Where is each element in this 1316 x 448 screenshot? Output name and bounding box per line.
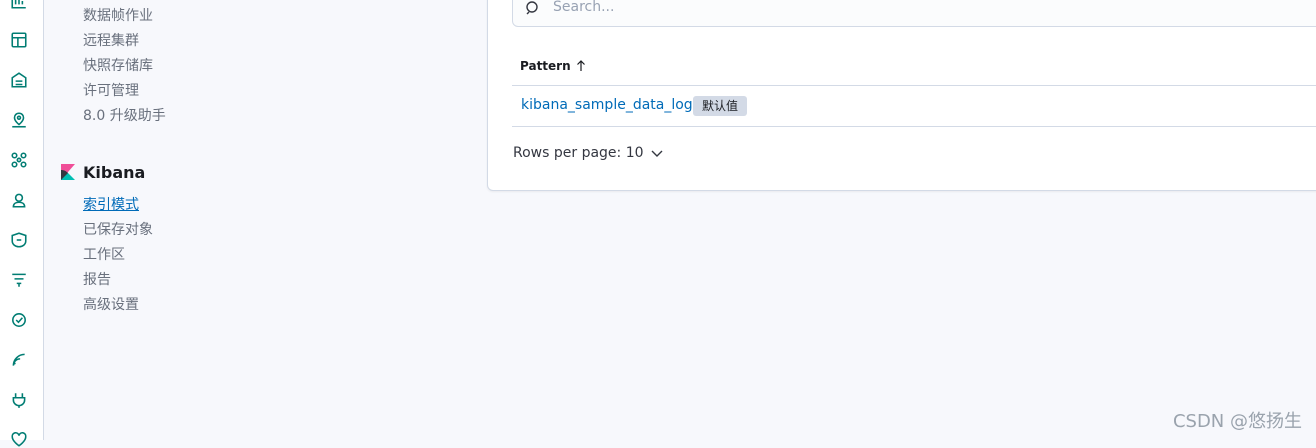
column-header-pattern[interactable]: Pattern — [520, 59, 587, 73]
index-patterns-panel: Pattern kibana_sample_data_logs 默认值 Rows… — [487, 0, 1316, 191]
apm-icon[interactable] — [10, 351, 28, 369]
nav-item-remote-clusters[interactable]: 远程集群 — [83, 32, 139, 50]
nav-item-reporting[interactable]: 报告 — [83, 271, 111, 289]
heart-icon[interactable] — [10, 430, 28, 448]
nav-item-snapshot-repositories[interactable]: 快照存储库 — [83, 57, 153, 75]
search-icon — [526, 1, 538, 15]
user-icon[interactable] — [10, 191, 28, 209]
chevron-down-icon — [651, 150, 663, 157]
dashboard-icon[interactable] — [10, 31, 28, 49]
nav-item-spaces[interactable]: 工作区 — [83, 246, 125, 264]
observability-icon[interactable] — [10, 271, 28, 289]
nav-item-saved-objects[interactable]: 已保存对象 — [83, 221, 153, 239]
uptime-icon[interactable] — [10, 311, 28, 329]
side-icon-rail — [0, 0, 44, 447]
plug-icon[interactable] — [10, 391, 28, 409]
row-divider — [512, 126, 1316, 127]
nav-group-title-kibana: Kibana — [83, 163, 146, 182]
nav-item-transforms[interactable]: 数据帧作业 — [83, 7, 153, 25]
ml-icon[interactable] — [10, 151, 28, 169]
column-header-label: Pattern — [520, 59, 571, 73]
nav-item-upgrade-assistant[interactable]: 8.0 升级助手 — [83, 107, 166, 125]
nav-item-advanced-settings[interactable]: 高级设置 — [83, 296, 139, 314]
canvas-icon[interactable] — [10, 71, 28, 89]
search-input[interactable] — [551, 0, 1315, 22]
security-icon[interactable] — [10, 231, 28, 249]
watermark: CSDN @悠扬生 — [1172, 411, 1302, 432]
nav-item-license-management[interactable]: 许可管理 — [83, 82, 139, 100]
default-badge: 默认值 — [693, 96, 748, 116]
rows-per-page-selector[interactable]: Rows per page: 10 — [513, 145, 664, 161]
maps-icon[interactable] — [10, 111, 28, 129]
kibana-logo-icon — [61, 164, 75, 180]
header-divider — [512, 85, 1316, 86]
chart-icon[interactable] — [10, 0, 28, 10]
index-pattern-link[interactable]: kibana_sample_data_logs — [521, 97, 700, 113]
rows-per-page-label: Rows per page: 10 — [513, 145, 644, 161]
nav-item-index-patterns[interactable]: 索引模式 — [83, 196, 139, 214]
sort-ascending-icon — [576, 60, 585, 71]
management-nav: 数据帧作业 远程集群 快照存储库 许可管理 8.0 升级助手 Kibana 索引… — [43, 0, 483, 440]
search-box[interactable] — [512, 0, 1316, 27]
